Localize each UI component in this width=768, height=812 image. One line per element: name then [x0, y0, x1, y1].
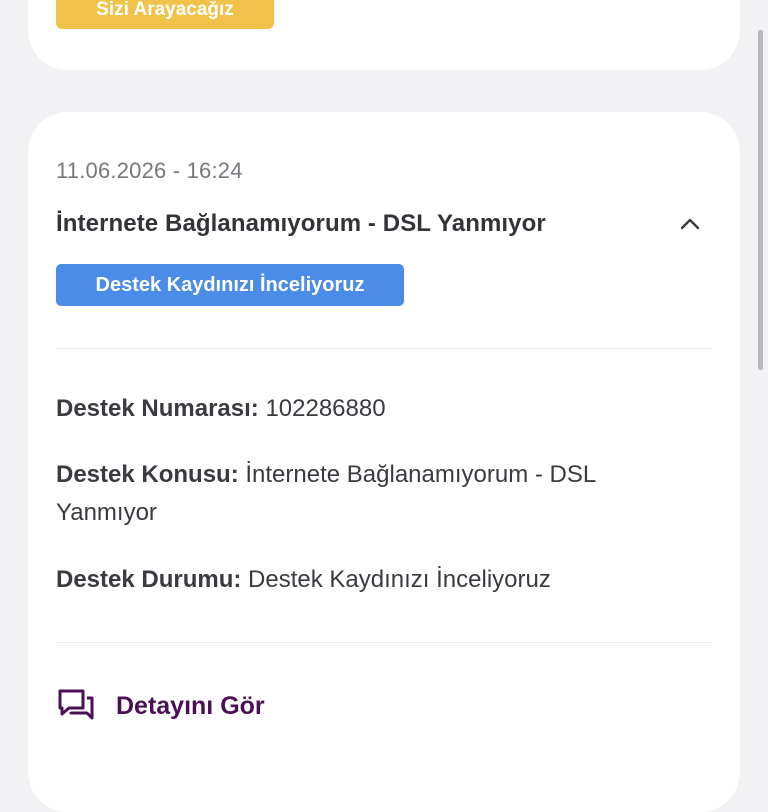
- ticket-status-value: Destek Kaydınızı İnceliyoruz: [248, 566, 551, 593]
- ticket-number-label: Destek Numarası:: [56, 395, 259, 422]
- scrollbar[interactable]: [758, 30, 763, 370]
- view-details-label: Detayını Gör: [116, 691, 265, 720]
- chevron-up-icon[interactable]: [678, 212, 702, 236]
- ticket-title: İnternete Bağlanamıyorum - DSL Yanmıyor: [56, 210, 546, 237]
- ticket-status-row: Destek Durumu: Destek Kaydınızı İnceliyo…: [56, 561, 696, 599]
- ticket-status-label: Destek Durumu:: [56, 566, 242, 593]
- call-me-button-label: Sizi Arayacağız: [96, 0, 234, 20]
- ticket-subject-row: Destek Konusu: İnternete Bağlanamıyorum …: [56, 456, 696, 532]
- previous-ticket-card: Sizi Arayacağız: [28, 0, 740, 70]
- ticket-card: 11.06.2026 - 16:24 İnternete Bağlanamıyo…: [28, 112, 740, 812]
- ticket-subject-label: Destek Konusu:: [56, 461, 239, 488]
- view-details-link[interactable]: Detayını Gör: [56, 686, 265, 726]
- divider: [56, 348, 712, 349]
- ticket-date: 11.06.2026 - 16:24: [56, 158, 243, 183]
- status-badge: Destek Kaydınızı İnceliyoruz: [56, 264, 404, 306]
- ticket-number-value: 102286880: [265, 395, 386, 422]
- divider: [56, 642, 712, 643]
- call-me-button[interactable]: Sizi Arayacağız: [56, 0, 274, 29]
- ticket-number-row: Destek Numarası: 102286880: [56, 390, 696, 428]
- chat-bubbles-icon: [58, 689, 94, 720]
